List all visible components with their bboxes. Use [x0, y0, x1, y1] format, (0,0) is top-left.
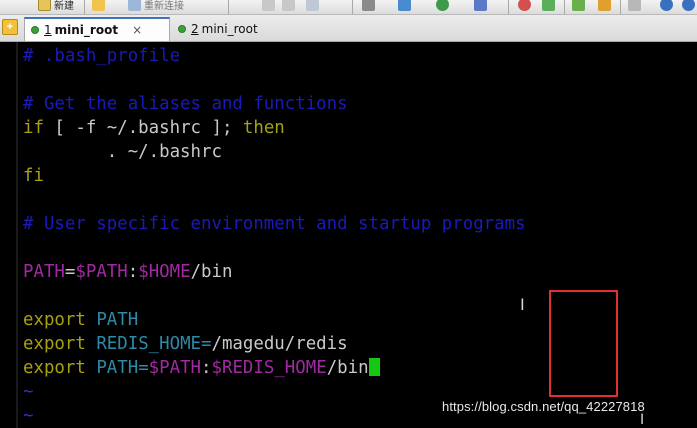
check-icon — [542, 0, 555, 11]
keyword: export — [23, 334, 86, 354]
variable-ref: $REDIS_HOME — [211, 358, 327, 378]
empty-line-marker: ~ — [23, 406, 34, 426]
variable-name: PATH — [23, 262, 65, 282]
globe-icon — [436, 0, 449, 11]
lock-icon — [598, 0, 611, 11]
paste-button[interactable] — [282, 0, 298, 12]
toolbar-separator — [352, 0, 353, 14]
terminal-line: PATH=$PATH:$HOME/bin — [23, 262, 233, 282]
text-cursor — [368, 358, 380, 376]
print-button[interactable] — [362, 0, 378, 12]
globe-button[interactable] — [436, 0, 452, 12]
open-folder-button[interactable] — [92, 0, 108, 12]
variable-ref: $PATH — [75, 262, 128, 282]
terminal-line: # User specific environment and startup … — [23, 214, 526, 234]
empty-line-marker: ~ — [23, 382, 34, 402]
check-button[interactable] — [542, 0, 558, 12]
tab-number: 1 — [44, 23, 52, 37]
connected-status-icon — [178, 25, 186, 33]
keyword: export — [23, 358, 86, 378]
help-button[interactable] — [660, 0, 676, 12]
search-icon — [306, 0, 319, 11]
copy-icon — [262, 0, 275, 11]
keyword: if — [23, 118, 44, 138]
transfer-button[interactable] — [572, 0, 588, 12]
toolbar-separator — [620, 0, 621, 14]
tab-session-2[interactable]: 2 mini_root — [172, 17, 272, 41]
variable-ref: $HOME — [138, 262, 191, 282]
terminal-line: fi — [23, 166, 44, 186]
layout-button[interactable] — [398, 0, 414, 12]
variable-name: PATH= — [96, 358, 149, 378]
folder-icon — [92, 0, 105, 11]
tab-label: mini_root — [201, 22, 258, 36]
keyword: then — [242, 118, 285, 138]
lock-button[interactable] — [598, 0, 614, 12]
options-icon — [628, 0, 641, 11]
terminal-line: export REDIS_HOME=/magedu/redis — [23, 334, 348, 354]
close-tab-icon[interactable]: × — [132, 23, 142, 37]
watermark: https://blog.csdn.net/qq_42227818 — [442, 399, 645, 414]
code-text: [ -f ~/.bashrc ]; — [43, 118, 243, 138]
variable-name: PATH — [96, 310, 139, 330]
terminal-line: export PATH=$PATH:$REDIS_HOME/bin — [23, 356, 380, 380]
connected-status-icon — [31, 26, 39, 34]
variable-ref: $PATH — [148, 358, 202, 378]
tab-list-pin-icon[interactable]: + — [2, 19, 18, 35]
new-session-button[interactable]: 新建 — [38, 0, 74, 12]
terminal-line: if [ -f ~/.bashrc ]; then — [23, 116, 285, 140]
toolbar-separator — [84, 0, 85, 14]
variable-name: REDIS_HOME= — [96, 334, 212, 354]
ibeam-cursor-icon: I — [520, 295, 525, 314]
new-icon — [38, 0, 51, 11]
transfer-icon — [572, 0, 585, 11]
info-icon — [682, 0, 695, 11]
print-icon — [362, 0, 375, 11]
highlight-box — [549, 290, 618, 397]
session-tab-bar: + 1 mini_root × 2 mini_root — [0, 15, 697, 42]
paste-icon — [282, 0, 295, 11]
terminal-line: # Get the aliases and functions — [23, 94, 348, 114]
help-icon — [660, 0, 673, 11]
tab-label: mini_root — [54, 23, 119, 37]
toolbar-separator — [508, 0, 509, 14]
toolbar: 新建 重新连接 — [0, 0, 697, 15]
terminal-line: # .bash_profile — [23, 46, 181, 66]
stop-button[interactable] — [518, 0, 534, 12]
reconnect-button[interactable]: 重新连接 — [128, 0, 184, 12]
info-button[interactable] — [682, 0, 697, 12]
script-icon — [474, 0, 487, 11]
copy-button[interactable] — [262, 0, 278, 12]
reconnect-icon — [128, 0, 141, 11]
options-button[interactable] — [628, 0, 644, 12]
keyword: export — [23, 310, 86, 330]
terminal-line: export PATH — [23, 308, 138, 332]
find-button[interactable] — [306, 0, 322, 12]
ibeam-cursor-icon: I — [640, 412, 645, 428]
script-button[interactable] — [474, 0, 490, 12]
tab-number: 2 — [191, 22, 199, 36]
terminal-line: . ~/.bashrc — [23, 142, 222, 162]
layout-icon — [398, 0, 411, 11]
tab-session-1[interactable]: 1 mini_root × — [24, 17, 170, 41]
stop-icon — [518, 0, 531, 11]
toolbar-separator — [228, 0, 229, 14]
terminal-gutter — [16, 42, 18, 428]
toolbar-separator — [564, 0, 565, 14]
